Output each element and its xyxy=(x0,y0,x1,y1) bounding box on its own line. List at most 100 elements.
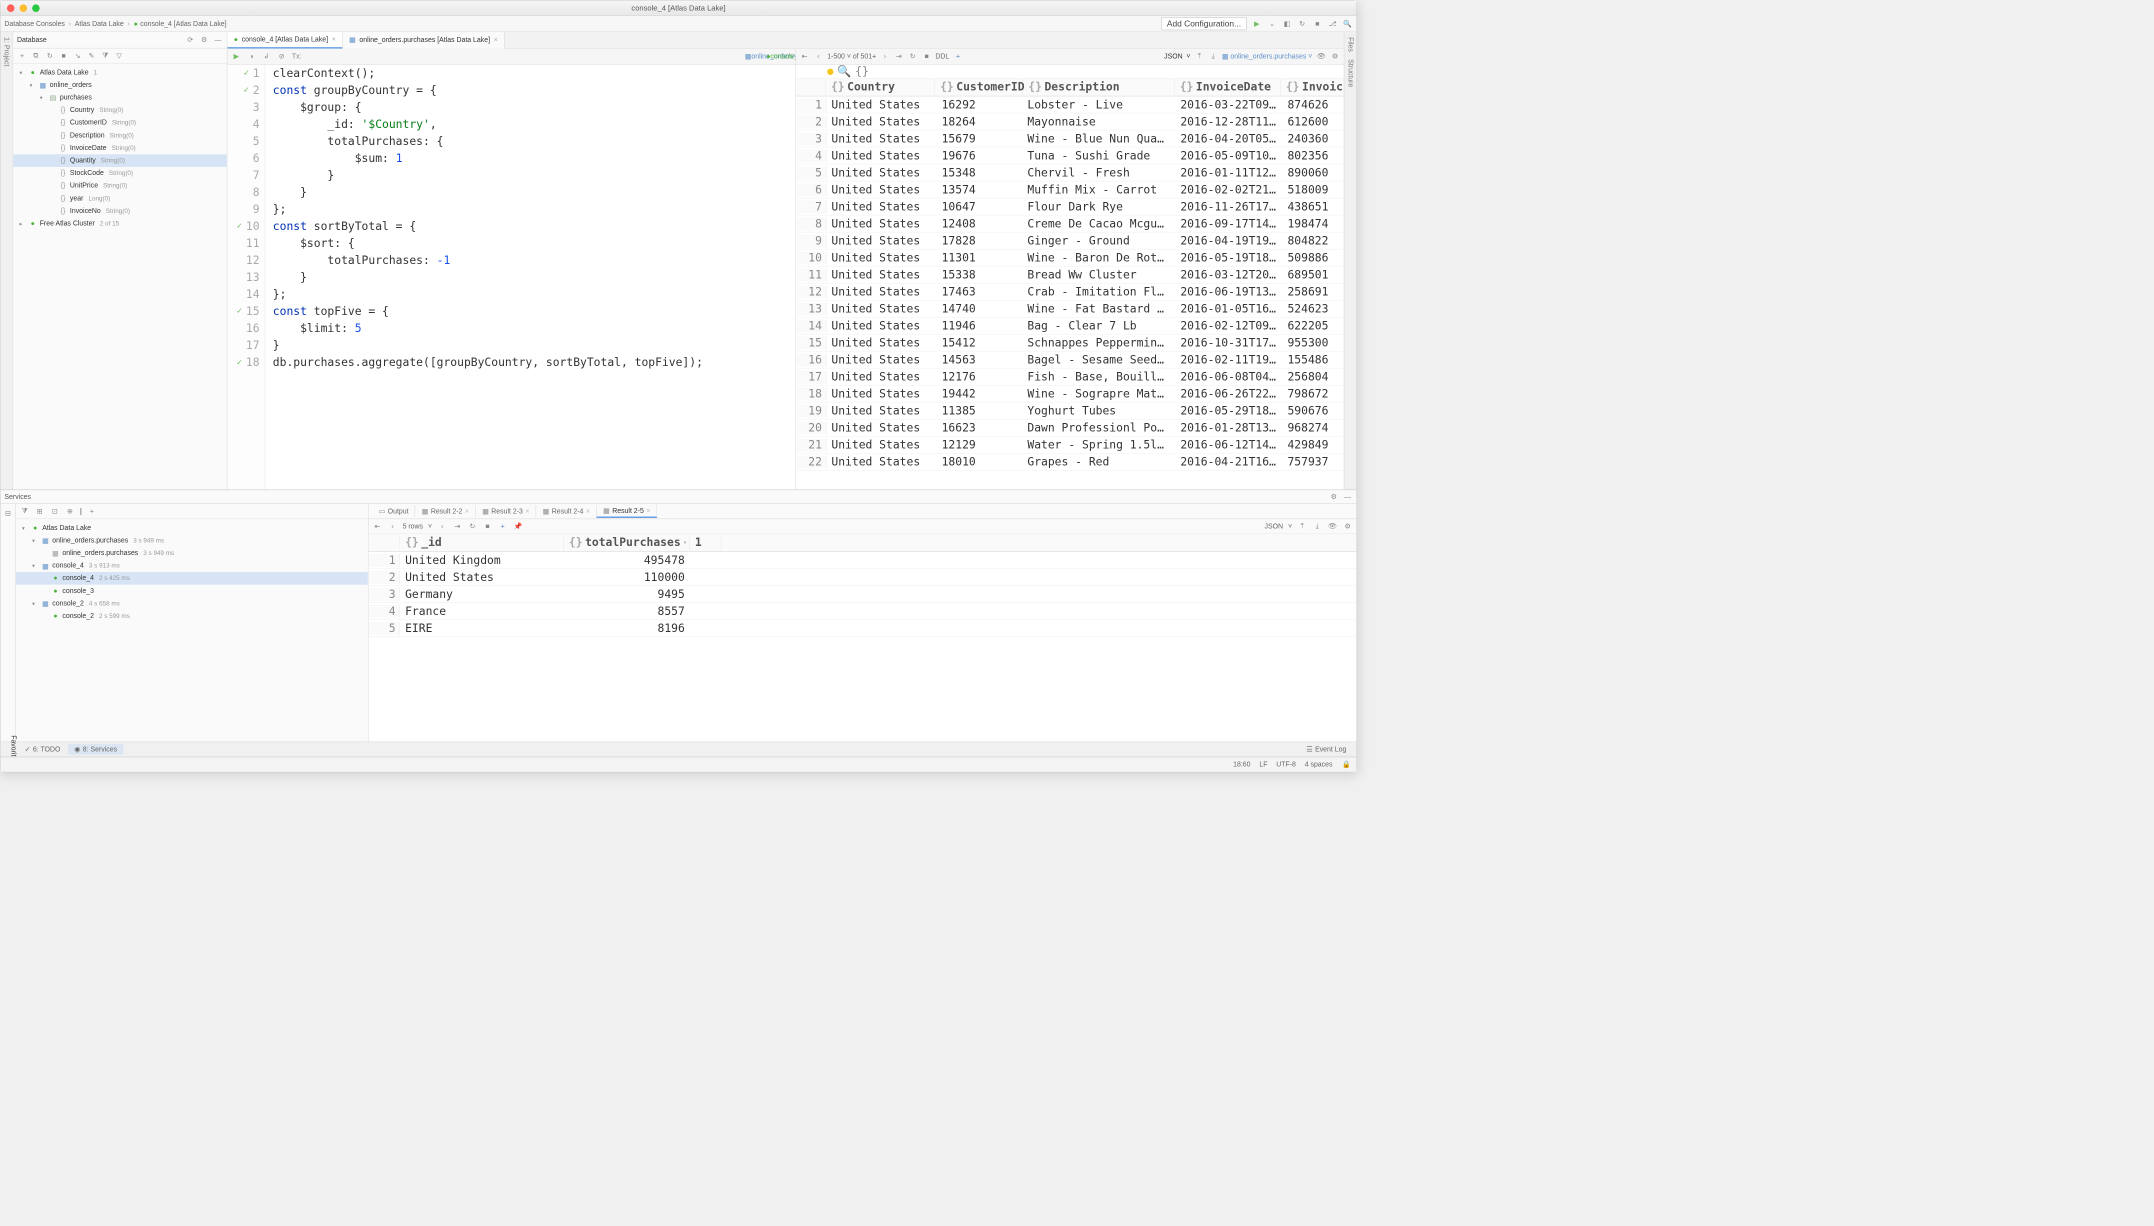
prev-page-icon[interactable]: ‹ xyxy=(813,51,823,61)
cell[interactable]: Schnappes Peppermint… xyxy=(1022,336,1175,349)
cell[interactable]: United States xyxy=(826,251,936,264)
cell[interactable]: 198474 xyxy=(1282,217,1343,230)
cell[interactable]: 2016-05-09T10… xyxy=(1175,149,1282,162)
event-log-tool-tab[interactable]: ☰Event Log xyxy=(1300,744,1353,755)
cell[interactable]: 757937 xyxy=(1282,455,1343,468)
cell[interactable]: 2016-04-21T16… xyxy=(1175,455,1282,468)
edit-icon[interactable]: ✎ xyxy=(86,51,96,61)
close-window-button[interactable] xyxy=(7,4,15,12)
collapse-icon[interactable]: ⊟ xyxy=(3,508,13,518)
cell[interactable]: 968274 xyxy=(1282,421,1343,434)
cell[interactable]: 2016-01-05T16… xyxy=(1175,302,1282,315)
cell[interactable]: 12408 xyxy=(937,217,1023,230)
cell[interactable]: 2016-06-08T04… xyxy=(1175,370,1282,383)
cell[interactable]: 15348 xyxy=(937,166,1023,179)
stop-icon[interactable]: ■ xyxy=(59,51,69,61)
cell[interactable]: 2016-04-20T05… xyxy=(1175,132,1282,145)
run-gutter-icon[interactable]: ✓ xyxy=(237,354,242,371)
reload-icon[interactable]: ↻ xyxy=(908,51,918,61)
column-header[interactable]: {} CustomerID xyxy=(935,79,1023,96)
cell[interactable]: United States xyxy=(826,353,936,366)
cell[interactable]: 11946 xyxy=(937,319,1023,332)
cell[interactable]: 11301 xyxy=(937,251,1023,264)
import-icon[interactable]: ⤓ xyxy=(1208,51,1218,61)
tree-row[interactable]: ▾●Atlas Data Lake xyxy=(16,522,368,535)
cell[interactable]: 12129 xyxy=(937,438,1023,451)
cell[interactable]: Bagel - Sesame Seed … xyxy=(1022,353,1175,366)
gear-icon[interactable]: ⚙ xyxy=(1329,492,1339,502)
tree-row[interactable]: ●console_3 xyxy=(16,585,368,598)
eye-icon[interactable]: 👁 xyxy=(1327,521,1337,531)
duplicate-icon[interactable]: ⧉ xyxy=(31,51,41,61)
cell[interactable]: Mayonnaise xyxy=(1022,115,1175,128)
column-header[interactable]: {} Description xyxy=(1023,79,1174,96)
tree-row[interactable]: {}yearLong(0) xyxy=(13,192,227,205)
path-label[interactable]: ▦ online_orders.purchases ˅ xyxy=(1222,52,1312,60)
cell[interactable]: 874626 xyxy=(1282,98,1343,111)
result-tab[interactable]: ▦Result 2-2× xyxy=(415,505,475,517)
cell[interactable]: United States xyxy=(826,132,936,145)
tree-row[interactable]: {}InvoiceDateString(0) xyxy=(13,142,227,155)
cell[interactable]: 15679 xyxy=(937,132,1023,145)
cell[interactable]: 2016-09-17T14… xyxy=(1175,217,1282,230)
tree-row[interactable]: ▾▦online_orders.purchases3 s 949 ms xyxy=(16,534,368,547)
cell[interactable]: Germany xyxy=(400,587,564,600)
tree-row[interactable]: ▾▦online_orders xyxy=(13,79,227,92)
tree-row[interactable]: {}QuantityString(0) xyxy=(13,154,227,167)
ddl-label[interactable]: DDL xyxy=(935,53,949,61)
cell[interactable]: 10647 xyxy=(937,200,1023,213)
git-icon[interactable]: ⎇ xyxy=(1327,19,1337,29)
cell[interactable]: United States xyxy=(826,421,936,434)
cell[interactable]: United States xyxy=(826,98,936,111)
tree-row[interactable]: ▾▦console_43 s 913 ms xyxy=(16,559,368,572)
column-header[interactable]: {} InvoiceDate xyxy=(1175,79,1281,96)
cell[interactable]: 2016-03-22T09… xyxy=(1175,98,1282,111)
close-icon[interactable]: × xyxy=(332,36,336,44)
stop-icon[interactable]: ■ xyxy=(482,521,492,531)
console-selector[interactable]: ● console_4 ˅ xyxy=(781,51,791,61)
table-row[interactable]: 9United States17828Ginger - Ground2016-0… xyxy=(796,232,1344,249)
cell[interactable]: United States xyxy=(826,302,936,315)
result-tab[interactable]: ▦Result 2-5× xyxy=(597,505,657,518)
search-icon[interactable]: 🔍 xyxy=(1343,19,1353,29)
profile-icon[interactable]: ↻ xyxy=(1297,19,1307,29)
cell[interactable]: Chervil - Fresh xyxy=(1022,166,1175,179)
services-result-grid[interactable]: {} _id{} totalPurchases ▾1 1United Kingd… xyxy=(369,534,1357,741)
cell[interactable]: 13574 xyxy=(937,183,1023,196)
target-icon[interactable]: ⊕ xyxy=(65,506,75,516)
expand-icon[interactable]: ⊡ xyxy=(50,506,60,516)
reload-icon[interactable]: ↻ xyxy=(467,521,477,531)
services-tool-tab[interactable]: ◉8: Services xyxy=(68,744,123,755)
cell[interactable]: United States xyxy=(826,234,936,247)
cell[interactable]: United States xyxy=(826,200,936,213)
close-icon[interactable]: × xyxy=(494,36,498,44)
cell[interactable]: United States xyxy=(826,404,936,417)
table-row[interactable]: 15United States15412Schnappes Peppermint… xyxy=(796,335,1344,352)
cell[interactable]: EIRE xyxy=(400,621,564,634)
cell[interactable]: Bread Ww Cluster xyxy=(1022,268,1175,281)
todo-tool-tab[interactable]: ✓6: TODO xyxy=(18,744,66,755)
stop-icon[interactable]: ■ xyxy=(1312,19,1322,29)
tree-row[interactable]: {}CountryString(0) xyxy=(13,104,227,117)
jump-icon[interactable]: ↘ xyxy=(72,51,82,61)
table-row[interactable]: 4France8557 xyxy=(369,603,1357,620)
maximize-window-button[interactable] xyxy=(32,4,40,12)
last-page-icon[interactable]: ⇥ xyxy=(894,51,904,61)
run-gutter-icon[interactable]: ✓ xyxy=(244,82,249,99)
cell[interactable]: 2016-10-31T17… xyxy=(1175,336,1282,349)
cell[interactable]: Wine - Baron De Roth… xyxy=(1022,251,1175,264)
breadcrumb-item[interactable]: Atlas Data Lake xyxy=(75,20,124,28)
table-row[interactable]: 13United States14740Wine - Fat Bastard M… xyxy=(796,301,1344,318)
tree-row[interactable]: ▾●Atlas Data Lake1 xyxy=(13,66,227,79)
left-tool-gutter[interactable]: 1: Project xyxy=(1,32,14,489)
minimize-window-button[interactable] xyxy=(20,4,28,12)
table-row[interactable]: 17United States12176Fish - Base, Bouilli… xyxy=(796,369,1344,386)
editor-tab[interactable]: ●console_4 [Atlas Data Lake]× xyxy=(227,32,342,48)
close-icon[interactable]: × xyxy=(646,507,650,515)
cell[interactable]: 2016-02-02T21… xyxy=(1175,183,1282,196)
table-row[interactable]: 1United Kingdom495478 xyxy=(369,552,1357,569)
cell[interactable]: 240360 xyxy=(1282,132,1343,145)
add-row-icon[interactable]: + xyxy=(953,51,963,61)
cell[interactable]: 798672 xyxy=(1282,387,1343,400)
cell[interactable]: Bag - Clear 7 Lb xyxy=(1022,319,1175,332)
